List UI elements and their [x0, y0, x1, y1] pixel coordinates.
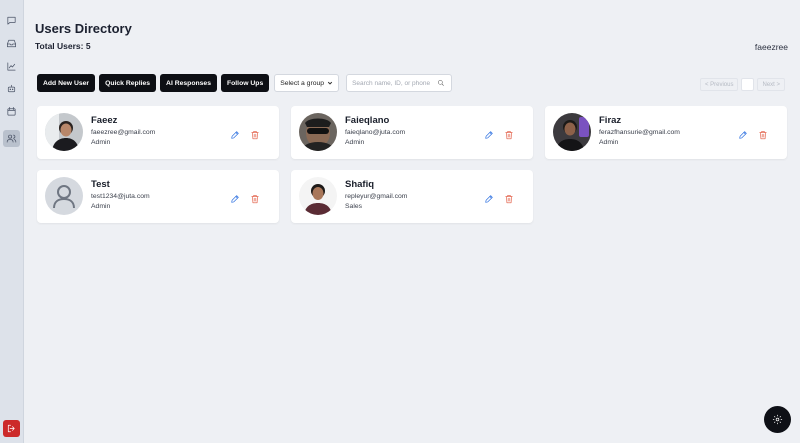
- sidebar: [0, 0, 24, 443]
- user-email: faieqlano@juta.com: [345, 129, 406, 136]
- user-card: Firaz ferazfhansurie@gmail.com Admin: [545, 106, 787, 159]
- user-email: repleyur@gmail.com: [345, 193, 408, 200]
- follow-ups-button[interactable]: Follow Ups: [220, 74, 270, 92]
- group-select-label: Select a group: [280, 79, 325, 87]
- user-card: Faeez faeezree@gmail.com Admin: [37, 106, 279, 159]
- toolbar: Add New User Quick Replies AI Responses …: [37, 74, 453, 92]
- ai-responses-button[interactable]: AI Responses: [160, 74, 217, 92]
- trash-icon[interactable]: [758, 127, 768, 140]
- previous-page-button[interactable]: < Previous: [699, 78, 739, 91]
- edit-icon[interactable]: [484, 191, 494, 203]
- edit-icon[interactable]: [484, 127, 494, 139]
- next-page-button[interactable]: Next >: [757, 78, 785, 91]
- user-name: Faieqlano: [345, 115, 390, 126]
- user-card: Test test1234@juta.com Admin: [37, 170, 279, 223]
- user-avatar: [45, 113, 83, 151]
- search-input[interactable]: [352, 79, 438, 87]
- user-card: Shafiq repleyur@gmail.com Sales: [291, 170, 533, 223]
- total-users-count: Total Users: 5: [35, 41, 91, 51]
- trash-icon[interactable]: [504, 191, 514, 204]
- user-email: test1234@juta.com: [91, 193, 150, 200]
- gear-icon: [772, 414, 783, 425]
- edit-icon[interactable]: [230, 127, 240, 139]
- calendar-icon[interactable]: [3, 103, 20, 120]
- search-box[interactable]: [346, 74, 453, 92]
- settings-button[interactable]: [764, 406, 791, 433]
- user-avatar: [553, 113, 591, 151]
- logout-icon[interactable]: [3, 420, 20, 437]
- trash-icon[interactable]: [250, 127, 260, 140]
- user-name: Test: [91, 179, 110, 190]
- page-number-button[interactable]: [741, 78, 755, 91]
- inbox-icon[interactable]: [3, 35, 20, 52]
- trash-icon[interactable]: [504, 127, 514, 140]
- user-card: Faieqlano faieqlano@juta.com Admin: [291, 106, 533, 159]
- add-new-user-button[interactable]: Add New User: [37, 74, 96, 92]
- user-avatar: [299, 177, 337, 215]
- chevron-down-icon: [327, 81, 333, 85]
- user-name: Shafiq: [345, 179, 375, 190]
- user-role: Admin: [91, 203, 111, 210]
- chart-icon[interactable]: [3, 58, 20, 75]
- user-role: Admin: [91, 139, 111, 146]
- user-role: Admin: [599, 139, 619, 146]
- user-role: Sales: [345, 203, 363, 210]
- page-title: Users Directory: [35, 21, 132, 36]
- user-role: Admin: [345, 139, 365, 146]
- edit-icon[interactable]: [738, 127, 748, 139]
- chat-icon[interactable]: [3, 12, 20, 29]
- user-name: Firaz: [599, 115, 622, 126]
- pagination: < Previous Next >: [699, 78, 785, 91]
- user-email: ferazfhansurie@gmail.com: [599, 129, 680, 136]
- user-email: faeezree@gmail.com: [91, 129, 156, 136]
- bot-icon[interactable]: [3, 80, 20, 97]
- current-user-name: faeezree: [754, 42, 788, 52]
- users-icon[interactable]: [3, 130, 20, 147]
- search-icon[interactable]: [437, 79, 445, 87]
- trash-icon[interactable]: [250, 191, 260, 204]
- edit-icon[interactable]: [230, 191, 240, 203]
- group-select[interactable]: Select a group: [274, 74, 340, 92]
- user-name: Faeez: [91, 115, 118, 126]
- quick-replies-button[interactable]: Quick Replies: [99, 74, 157, 92]
- user-avatar: [299, 113, 337, 151]
- user-avatar-placeholder-icon: [45, 177, 83, 215]
